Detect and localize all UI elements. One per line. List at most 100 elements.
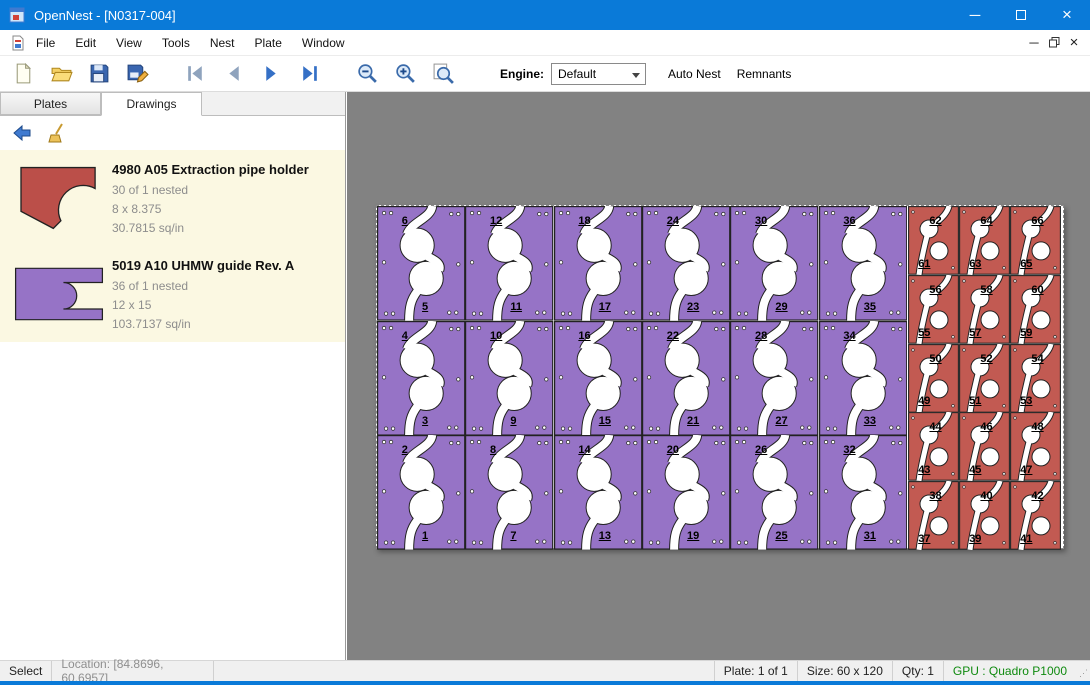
save-button[interactable] — [84, 59, 114, 89]
nested-part-pair[interactable]: 16 15 — [554, 321, 642, 436]
part-number: 34 — [843, 330, 855, 342]
nested-part-pair[interactable]: 46 45 — [959, 412, 1010, 481]
mdi-restore-button[interactable] — [1044, 34, 1064, 52]
remnants-button[interactable]: Remnants — [731, 63, 798, 85]
engine-label: Engine: — [500, 67, 544, 81]
open-button[interactable] — [46, 59, 76, 89]
nested-part-pair[interactable]: 12 11 — [465, 206, 553, 321]
last-plate-button[interactable] — [294, 59, 324, 89]
app-window: OpenNest - [N0317-004] ─ × File Edit Vie… — [0, 0, 1090, 685]
drawing-nested-count: 36 of 1 nested — [112, 277, 294, 296]
first-arrow-icon — [184, 62, 207, 85]
tab-plates[interactable]: Plates — [0, 92, 101, 115]
auto-nest-button[interactable]: Auto Nest — [662, 63, 727, 85]
nested-part-pair[interactable]: 4 3 — [377, 321, 465, 436]
minimize-button[interactable]: ─ — [952, 0, 998, 30]
nested-part-pair[interactable]: 10 9 — [465, 321, 553, 436]
drawing-title: 4980 A05 Extraction pipe holder — [112, 162, 309, 177]
menu-edit[interactable]: Edit — [65, 31, 106, 55]
return-part-button[interactable] — [8, 119, 36, 147]
nested-part-pair[interactable]: 58 57 — [959, 275, 1010, 344]
nest-canvas[interactable]: 6 5 12 11 — [347, 92, 1090, 660]
zoom-out-icon — [356, 62, 379, 85]
menu-nest[interactable]: Nest — [200, 31, 245, 55]
drawing-title: 5019 A10 UHMW guide Rev. A — [112, 258, 294, 273]
menu-window[interactable]: Window — [292, 31, 355, 55]
part-number: 29 — [775, 301, 787, 313]
nested-part-pair[interactable]: 38 37 — [908, 481, 959, 550]
part-number: 33 — [864, 415, 876, 427]
nested-part-pair[interactable]: 30 29 — [730, 206, 818, 321]
resize-grip[interactable]: ⋰ — [1076, 661, 1090, 681]
mdi-close-button[interactable]: × — [1064, 34, 1084, 52]
toolbar: Engine: Default Auto Nest Remnants — [0, 56, 1090, 92]
part-number: 60 — [1031, 284, 1043, 296]
nested-part-pair[interactable]: 18 17 — [554, 206, 642, 321]
menu-bar: File Edit View Tools Nest Plate Window ─… — [0, 30, 1090, 56]
previous-plate-button[interactable] — [218, 59, 248, 89]
part-number: 27 — [775, 415, 787, 427]
drawing-item-1[interactable]: 4980 A05 Extraction pipe holder 30 of 1 … — [0, 150, 345, 246]
nested-part-pair[interactable]: 6 5 — [377, 206, 465, 321]
drawing-thumbnail — [6, 254, 112, 334]
menu-view[interactable]: View — [106, 31, 152, 55]
zoom-in-button[interactable] — [390, 59, 420, 89]
part-number: 37 — [918, 533, 930, 545]
nested-part-pair[interactable]: 22 21 — [642, 321, 730, 436]
next-plate-button[interactable] — [256, 59, 286, 89]
nested-part-pair[interactable]: 54 53 — [1010, 344, 1061, 413]
nested-part-pair[interactable]: 60 59 — [1010, 275, 1061, 344]
part-number: 23 — [687, 301, 699, 313]
mdi-minimize-button[interactable]: ─ — [1024, 34, 1044, 52]
nested-part-pair[interactable]: 28 27 — [730, 321, 818, 436]
zoom-fit-icon — [432, 62, 455, 85]
menu-file[interactable]: File — [26, 31, 65, 55]
nested-part-pair[interactable]: 32 31 — [819, 435, 907, 550]
nested-part-pair[interactable]: 66 65 — [1010, 206, 1061, 275]
nested-part-pair[interactable]: 26 25 — [730, 435, 818, 550]
new-button[interactable] — [8, 59, 38, 89]
nested-part-pair[interactable]: 52 51 — [959, 344, 1010, 413]
zoom-fit-button[interactable] — [428, 59, 458, 89]
tab-strip: Plates Drawings — [0, 92, 345, 116]
menu-tools[interactable]: Tools — [152, 31, 200, 55]
nested-part-pair[interactable]: 64 63 — [959, 206, 1010, 275]
drawing-item-2[interactable]: 5019 A10 UHMW guide Rev. A 36 of 1 neste… — [0, 246, 345, 342]
nested-part-pair[interactable]: 42 41 — [1010, 481, 1061, 550]
zoom-out-button[interactable] — [352, 59, 382, 89]
part-number: 65 — [1020, 258, 1032, 270]
nested-part-pair[interactable]: 56 55 — [908, 275, 959, 344]
clear-drawings-button[interactable] — [44, 119, 72, 147]
nested-part-pair[interactable]: 2 1 — [377, 435, 465, 550]
previous-arrow-icon — [222, 62, 245, 85]
nested-part-pair[interactable]: 62 61 — [908, 206, 959, 275]
part-number: 9 — [510, 415, 516, 427]
nested-part-pair[interactable]: 8 7 — [465, 435, 553, 550]
nested-part-pair[interactable]: 14 13 — [554, 435, 642, 550]
nested-part-pair[interactable]: 36 35 — [819, 206, 907, 321]
part-number: 11 — [510, 301, 522, 313]
title-bar: OpenNest - [N0317-004] ─ × — [0, 0, 1090, 30]
part-number: 25 — [775, 530, 787, 542]
drawing-area: 103.7137 sq/in — [112, 315, 294, 334]
status-bar: Select Location: [84.8696, 60.6957] Plat… — [0, 660, 1090, 681]
nested-part-pair[interactable]: 48 47 — [1010, 412, 1061, 481]
part-number: 20 — [667, 444, 679, 456]
engine-select[interactable]: Default — [551, 63, 646, 85]
menu-plate[interactable]: Plate — [245, 31, 292, 55]
close-button[interactable]: × — [1044, 0, 1090, 30]
first-plate-button[interactable] — [180, 59, 210, 89]
nested-part-pair[interactable]: 24 23 — [642, 206, 730, 321]
plate[interactable]: 6 5 12 11 — [376, 205, 1064, 549]
tab-drawings[interactable]: Drawings — [101, 92, 202, 116]
nested-part-pair[interactable]: 34 33 — [819, 321, 907, 436]
nested-part-pair[interactable]: 40 39 — [959, 481, 1010, 550]
nested-part-pair[interactable]: 20 19 — [642, 435, 730, 550]
part-number: 66 — [1031, 215, 1043, 227]
part-number: 14 — [578, 444, 590, 456]
maximize-button[interactable] — [998, 0, 1044, 30]
save-as-button[interactable] — [122, 59, 152, 89]
nested-part-pair[interactable]: 44 43 — [908, 412, 959, 481]
drawing-thumbnail — [6, 158, 112, 238]
nested-part-pair[interactable]: 50 49 — [908, 344, 959, 413]
